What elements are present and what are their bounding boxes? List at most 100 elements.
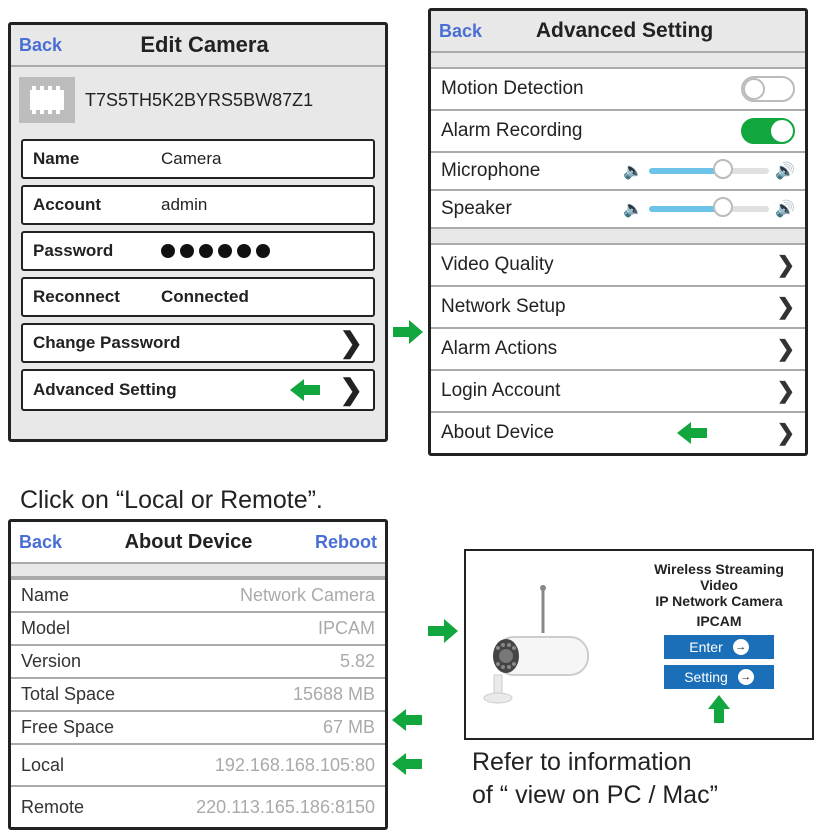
about-name-row: Name Network Camera (11, 578, 385, 611)
alarm-recording-row: Alarm Recording (431, 111, 805, 153)
login-account-row[interactable]: Login Account ❯ (431, 371, 805, 413)
page-title: About Device (62, 531, 315, 554)
chevron-right-icon: ❯ (340, 333, 363, 353)
caption-line1: Refer to information (464, 740, 814, 779)
about-version-row: Version 5.82 (11, 644, 385, 677)
chevron-right-icon: ❯ (777, 294, 795, 320)
reboot-button[interactable]: Reboot (315, 532, 377, 553)
password-field[interactable]: Password (21, 231, 375, 271)
camera-id: T7S5TH5K2BYRS5BW87Z1 (85, 90, 313, 111)
alarm-recording-toggle[interactable] (741, 118, 795, 144)
chevron-right-icon: ❯ (777, 420, 795, 446)
change-password-row[interactable]: Change Password ❯ (21, 323, 375, 363)
edit-camera-screen: Back Edit Camera T7S5TH5K2BYRS5BW87Z1 Na… (8, 22, 388, 442)
header: Back About Device Reboot (11, 522, 385, 564)
account-value: admin (143, 195, 363, 215)
instruction-text: Click on “Local or Remote”. (8, 456, 823, 519)
change-password-label: Change Password (33, 333, 340, 353)
page-title: Edit Camera (32, 32, 377, 58)
about-local-row[interactable]: Local 192.168.168.105:80 (11, 743, 385, 785)
about-freespace-label: Free Space (21, 717, 323, 738)
chevron-right-icon: ❯ (777, 336, 795, 362)
enter-button[interactable]: Enter → (664, 635, 774, 659)
video-quality-label: Video Quality (441, 254, 777, 276)
name-value: Camera (143, 149, 363, 169)
about-remote-label: Remote (21, 797, 196, 818)
alarm-actions-label: Alarm Actions (441, 338, 777, 360)
about-remote-row[interactable]: Remote 220.113.165.186:8150 (11, 785, 385, 827)
separator (431, 229, 805, 245)
advanced-setting-label: Advanced Setting (33, 380, 290, 400)
about-version-label: Version (21, 651, 340, 672)
web-title-line1: Wireless Streaming Video (636, 561, 802, 593)
speaker-slider[interactable] (649, 206, 769, 212)
login-account-label: Login Account (441, 380, 777, 402)
chevron-right-icon: ❯ (340, 380, 363, 400)
about-model-value: IPCAM (318, 618, 375, 639)
flow-arrow-icon (393, 320, 423, 344)
speaker-row: Speaker 🔈 🔊 (431, 191, 805, 229)
alarm-actions-row[interactable]: Alarm Actions ❯ (431, 329, 805, 371)
name-field[interactable]: Name Camera (21, 139, 375, 179)
volume-low-icon: 🔈 (623, 199, 643, 219)
pointer-arrow-icon (677, 422, 707, 444)
network-setup-row[interactable]: Network Setup ❯ (431, 287, 805, 329)
about-model-label: Model (21, 618, 318, 639)
about-model-row: Model IPCAM (11, 611, 385, 644)
page-title: Advanced Setting (452, 19, 797, 43)
password-dots (143, 244, 270, 258)
pointer-arrow-icon (392, 753, 424, 775)
pointer-arrow-icon (392, 709, 424, 731)
account-field[interactable]: Account admin (21, 185, 375, 225)
header: Back Edit Camera (11, 25, 385, 67)
name-label: Name (33, 149, 143, 169)
motion-detection-row: Motion Detection (431, 69, 805, 111)
header: Back Advanced Setting (431, 11, 805, 53)
password-label: Password (33, 241, 143, 261)
arrow-circle-icon: → (738, 669, 754, 685)
about-local-value: 192.168.168.105:80 (215, 755, 375, 776)
arrow-circle-icon: → (733, 639, 749, 655)
chevron-right-icon: ❯ (777, 378, 795, 404)
web-interface-panel: Wireless Streaming Video IP Network Came… (464, 549, 814, 740)
motion-detection-label: Motion Detection (441, 78, 741, 100)
separator (431, 53, 805, 69)
video-quality-row[interactable]: Video Quality ❯ (431, 245, 805, 287)
about-local-label: Local (21, 755, 215, 776)
speaker-label: Speaker (441, 198, 623, 220)
advanced-setting-row[interactable]: Advanced Setting ❯ (21, 369, 375, 411)
about-remote-value: 220.113.165.186:8150 (196, 797, 375, 818)
alarm-recording-label: Alarm Recording (441, 120, 741, 142)
back-button[interactable]: Back (19, 532, 62, 553)
microphone-label: Microphone (441, 160, 623, 182)
about-version-value: 5.82 (340, 651, 375, 672)
chevron-right-icon: ❯ (777, 252, 795, 278)
setting-button[interactable]: Setting → (664, 665, 774, 689)
about-device-label: About Device (441, 422, 677, 444)
motion-detection-toggle[interactable] (741, 76, 795, 102)
reconnect-value: Connected (143, 287, 363, 307)
about-name-label: Name (21, 585, 240, 606)
camera-illustration (476, 585, 626, 705)
advanced-setting-screen: Back Advanced Setting Motion Detection A… (428, 8, 808, 456)
about-device-screen: Back About Device Reboot Name Network Ca… (8, 519, 388, 830)
volume-high-icon: 🔊 (775, 161, 795, 181)
pointer-arrow-icon (708, 695, 730, 723)
camera-id-row: T7S5TH5K2BYRS5BW87Z1 (11, 67, 385, 133)
volume-low-icon: 🔈 (623, 161, 643, 181)
microphone-row: Microphone 🔈 🔊 (431, 153, 805, 191)
flow-arrow-icon (428, 619, 458, 643)
about-device-row[interactable]: About Device ❯ (431, 413, 805, 453)
enter-label: Enter (689, 639, 722, 655)
caption-line2: of “ view on PC / Mac” (464, 779, 814, 812)
pointer-arrow-icon (290, 379, 320, 401)
web-title-line3: IPCAM (636, 613, 802, 629)
about-freespace-row: Free Space 67 MB (11, 710, 385, 743)
microphone-slider[interactable] (649, 168, 769, 174)
reconnect-field[interactable]: Reconnect Connected (21, 277, 375, 317)
about-totalspace-label: Total Space (21, 684, 293, 705)
account-label: Account (33, 195, 143, 215)
about-freespace-value: 67 MB (323, 717, 375, 738)
about-name-value: Network Camera (240, 585, 375, 606)
film-icon (19, 77, 75, 123)
